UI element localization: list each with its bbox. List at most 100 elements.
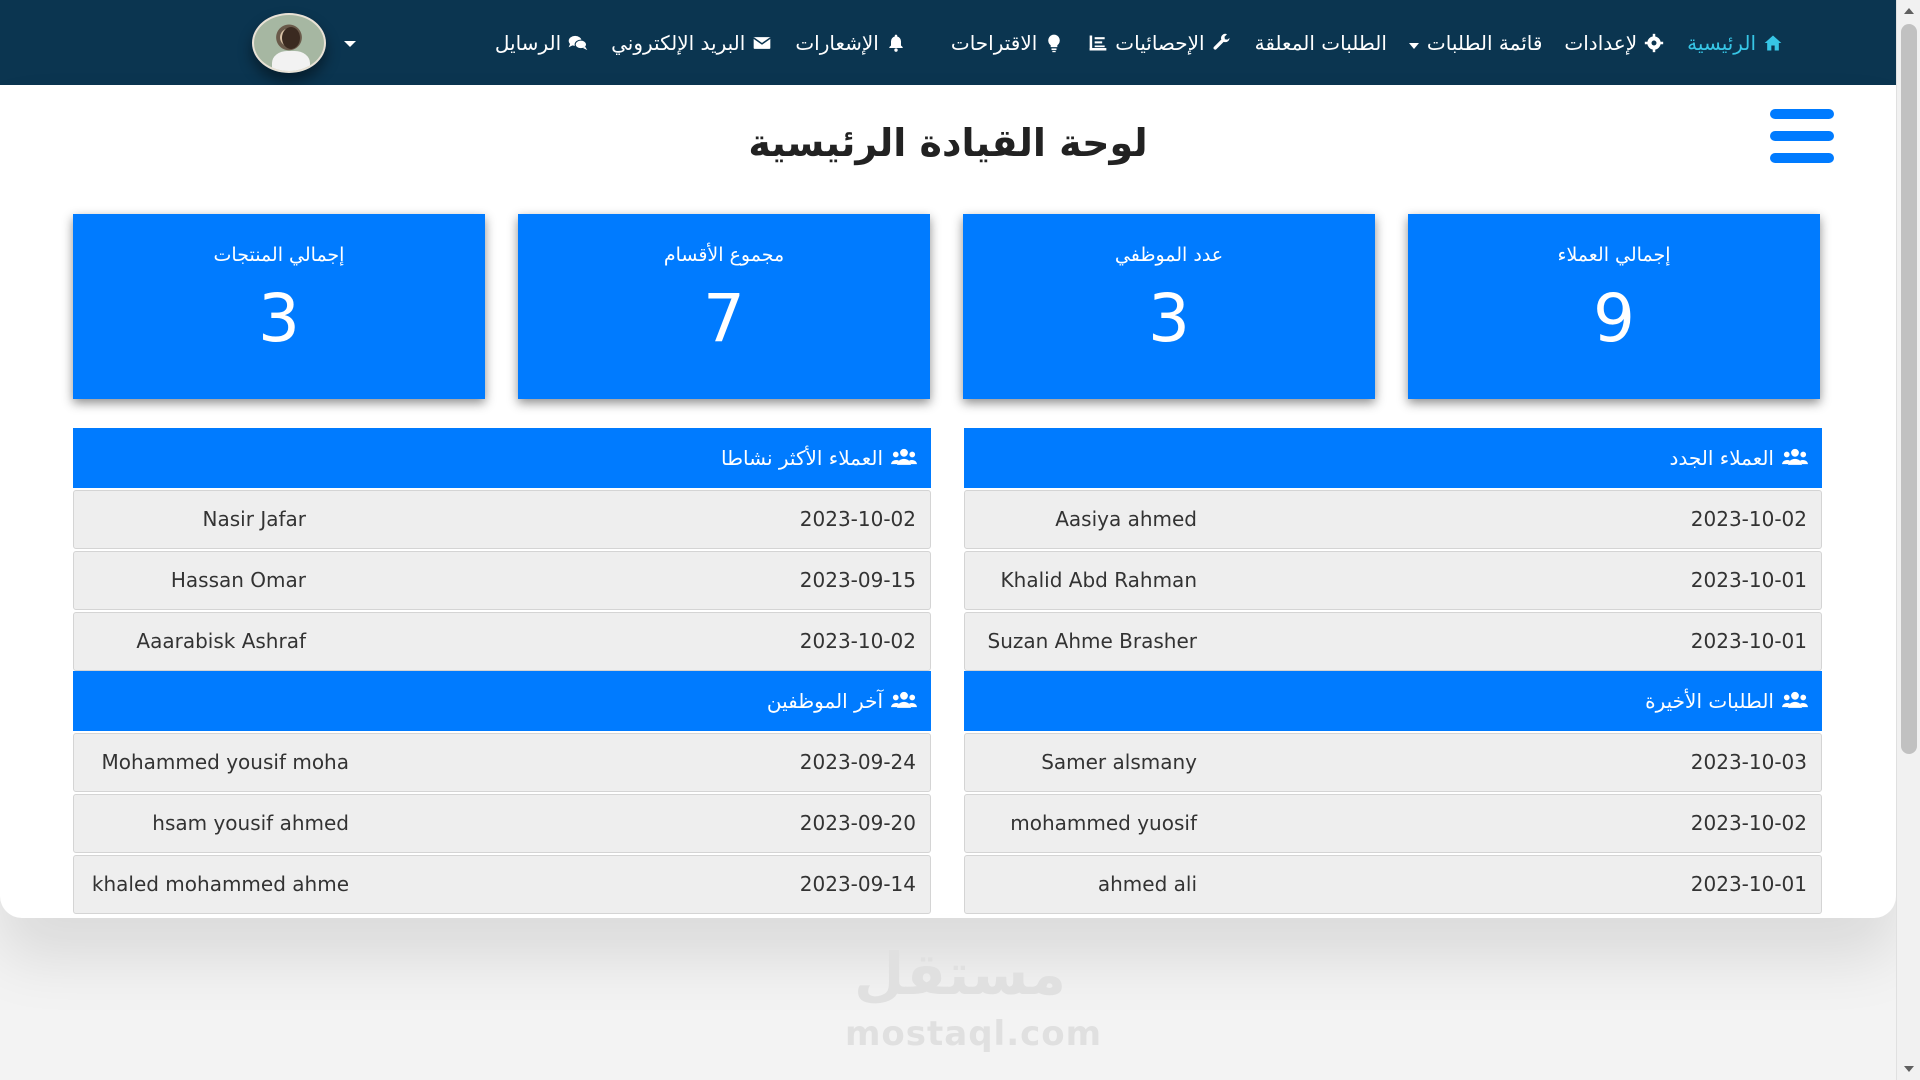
row-date: 2023-09-24 <box>799 750 916 774</box>
row-name: mohammed yuosif <box>1010 811 1197 835</box>
row-date: 2023-10-02 <box>799 629 916 653</box>
avatar-head <box>282 27 300 49</box>
avatar-body <box>272 51 310 71</box>
nav-statistics[interactable]: الإحصائيات <box>1087 31 1232 55</box>
row-name: hsam yousif ahmed <box>152 811 349 835</box>
bell-icon <box>885 32 907 54</box>
row-name: Aasiya ahmed <box>1055 507 1197 531</box>
list-item[interactable]: 2023-09-14 khaled mohammed ahme <box>73 855 931 914</box>
page-scrollbar[interactable] <box>1896 0 1920 1080</box>
page-title: لوحة القيادة الرئيسية <box>748 121 1148 165</box>
stat-value: 3 <box>258 280 300 357</box>
scroll-up-icon[interactable] <box>1904 8 1914 14</box>
list-item[interactable]: 2023-09-24 Mohammed yousif moha <box>73 733 931 792</box>
active-customers-list: العملاء الأكثر نشاطا 2023-10-02 Nasir Ja… <box>73 428 931 671</box>
users-icon <box>891 690 917 712</box>
stat-label: مجموع الأقسام <box>663 244 785 266</box>
row-date: 2023-10-02 <box>1690 507 1807 531</box>
chart-list-icon <box>1087 32 1109 54</box>
nav-statistics-label: الإحصائيات <box>1115 30 1205 55</box>
lightbulb-icon <box>1043 32 1065 54</box>
nav-settings-label: لإعدادات <box>1564 30 1638 55</box>
row-name: Mohammed yousif moha <box>101 750 349 774</box>
scroll-down-icon[interactable] <box>1904 1066 1914 1072</box>
main-panel: لوحة القيادة الرئيسية إجمالي العملاء 9 ع… <box>0 85 1896 918</box>
top-navbar: الرئيسية لإعدادات قائمة الطلبات الطلبات … <box>0 0 1896 85</box>
list-title: العملاء الجدد <box>1669 446 1774 470</box>
watermark-url: mostaql.com <box>845 1014 1103 1054</box>
nav-messages-label: الرسايل <box>494 30 562 55</box>
list-title: العملاء الأكثر نشاطا <box>721 446 883 470</box>
latest-employees-list: آخر الموظفين 2023-09-24 Mohammed yousif … <box>73 671 931 914</box>
list-title: آخر الموظفين <box>766 689 883 713</box>
list-header: العملاء الجدد <box>964 428 1822 488</box>
users-icon <box>891 447 917 469</box>
stat-card-departments[interactable]: مجموع الأقسام 7 <box>518 214 930 399</box>
nav-pending-orders[interactable]: الطلبات المعلقة <box>1255 31 1387 55</box>
nav-notifications[interactable]: الإشعارات <box>795 31 907 55</box>
watermark-logo: مستقل <box>853 940 1067 1008</box>
row-date: 2023-10-01 <box>1690 872 1807 896</box>
new-customers-list: العملاء الجدد 2023-10-02 Aasiya ahmed 20… <box>964 428 1822 671</box>
nav-suggestions[interactable]: الاقتراحات <box>951 31 1065 55</box>
gear-icon <box>1643 32 1665 54</box>
list-item[interactable]: 2023-09-15 Hassan Omar <box>73 551 931 610</box>
list-item[interactable]: 2023-10-03 Samer alsmany <box>964 733 1822 792</box>
row-name: Khalid Abd Rahman <box>1000 568 1197 592</box>
users-icon <box>1782 447 1808 469</box>
row-name: ahmed ali <box>1097 872 1197 896</box>
row-name: khaled mohammed ahme <box>91 872 349 896</box>
user-menu-caret-icon[interactable] <box>344 41 356 47</box>
stat-card-products[interactable]: إجمالي المنتجات 3 <box>73 214 485 399</box>
nav-suggestions-label: الاقتراحات <box>950 30 1038 55</box>
list-item[interactable]: 2023-10-01 Khalid Abd Rahman <box>964 551 1822 610</box>
stat-card-employees[interactable]: عدد الموظفي 3 <box>963 214 1375 399</box>
caret-down-icon <box>1408 31 1419 55</box>
nav-home-label: الرئيسية <box>1687 30 1756 55</box>
nav-messages[interactable]: الرسايل <box>495 31 589 55</box>
row-date: 2023-10-02 <box>1690 811 1807 835</box>
list-item[interactable]: 2023-09-20 hsam yousif ahmed <box>73 794 931 853</box>
users-icon <box>1782 690 1808 712</box>
scroll-thumb[interactable] <box>1901 24 1917 754</box>
envelope-icon <box>751 32 773 54</box>
row-date: 2023-10-02 <box>799 507 916 531</box>
list-item[interactable]: 2023-10-02 mohammed yuosif <box>964 794 1822 853</box>
nav-email[interactable]: البريد الإلكتروني <box>611 31 773 55</box>
stat-value: 3 <box>1148 280 1190 357</box>
stat-label: إجمالي المنتجات <box>213 244 345 266</box>
row-date: 2023-10-03 <box>1690 750 1807 774</box>
comments-icon <box>567 32 589 54</box>
row-name: Aaarabisk Ashraf <box>136 629 306 653</box>
user-avatar[interactable] <box>252 13 326 73</box>
stat-label: إجمالي العملاء <box>1557 244 1671 266</box>
list-header: العملاء الأكثر نشاطا <box>73 428 931 488</box>
list-item[interactable]: 2023-10-02 Aasiya ahmed <box>964 490 1822 549</box>
nav-pending-label: الطلبات المعلقة <box>1254 30 1387 55</box>
wrench-icon <box>1211 32 1233 54</box>
list-header: الطلبات الأخيرة <box>964 671 1822 731</box>
stat-label: عدد الموظفي <box>1114 244 1224 266</box>
nav-orders-dropdown[interactable]: قائمة الطلبات <box>1408 30 1543 55</box>
recent-orders-list: الطلبات الأخيرة 2023-10-03 Samer alsmany… <box>964 671 1822 914</box>
list-item[interactable]: 2023-10-01 Suzan Ahme Brasher <box>964 612 1822 671</box>
list-item[interactable]: 2023-10-02 Nasir Jafar <box>73 490 931 549</box>
stat-value: 9 <box>1593 280 1635 357</box>
row-date: 2023-10-01 <box>1690 629 1807 653</box>
list-title: الطلبات الأخيرة <box>1645 689 1774 713</box>
row-name: Nasir Jafar <box>202 507 306 531</box>
nav-settings[interactable]: لإعدادات <box>1564 31 1665 55</box>
stat-value: 7 <box>703 280 745 357</box>
nav-home[interactable]: الرئيسية <box>1687 31 1784 55</box>
row-date: 2023-10-01 <box>1690 568 1807 592</box>
stat-card-total-customers[interactable]: إجمالي العملاء 9 <box>1408 214 1820 399</box>
list-header: آخر الموظفين <box>73 671 931 731</box>
list-item[interactable]: 2023-10-02 Aaarabisk Ashraf <box>73 612 931 671</box>
list-item[interactable]: 2023-10-01 ahmed ali <box>964 855 1822 914</box>
row-name: Hassan Omar <box>170 568 306 592</box>
row-date: 2023-09-14 <box>799 872 916 896</box>
nav-email-label: البريد الإلكتروني <box>611 30 746 55</box>
row-date: 2023-09-15 <box>799 568 916 592</box>
nav-notifications-label: الإشعارات <box>795 30 879 55</box>
nav-orders-label: قائمة الطلبات <box>1426 30 1543 55</box>
